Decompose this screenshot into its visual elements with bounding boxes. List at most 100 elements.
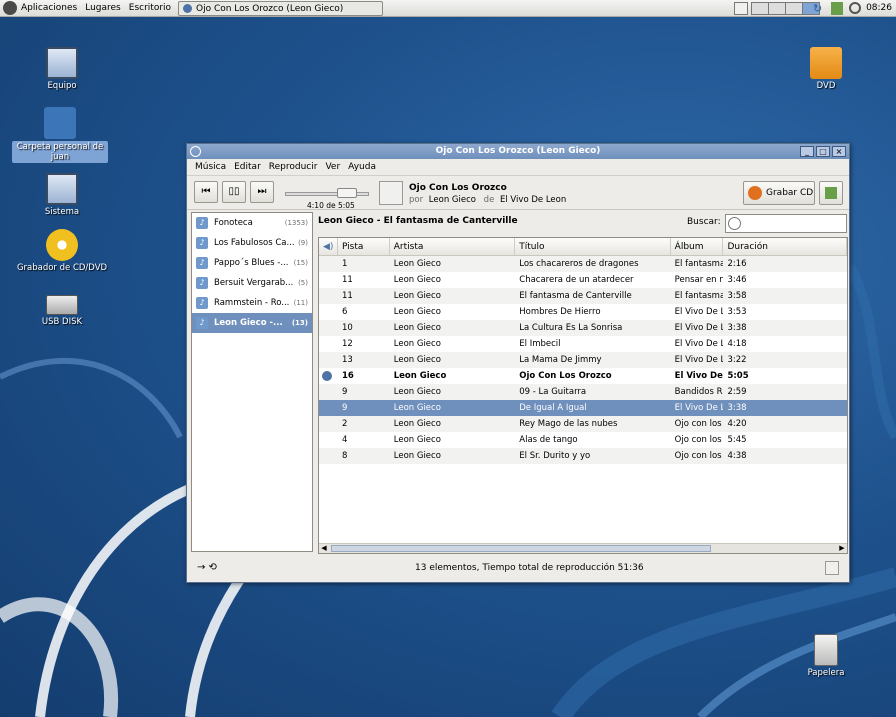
source-playlist[interactable]: ♪ Pappo´s Blues -... (15)	[192, 253, 312, 273]
minimize-button[interactable]: _	[800, 146, 814, 157]
desktop-icon-usb[interactable]: USB DISK	[14, 289, 110, 327]
table-row[interactable]: 10 Leon Gieco La Cultura Es La Sonrisa El V…	[319, 320, 847, 336]
menu-reproducir[interactable]: Reproducir	[265, 162, 322, 172]
cell-pista: 9	[341, 403, 348, 413]
source-fonoteca[interactable]: ♪ Fonoteca (1353)	[192, 213, 312, 233]
workspace-switcher	[751, 2, 820, 15]
desktop-icon-label: DVD	[816, 81, 836, 91]
music-app-icon	[183, 4, 192, 13]
desktop-icon-equipo[interactable]: Equipo	[14, 47, 110, 91]
window-menu-icon[interactable]	[190, 146, 201, 157]
window-titlebar[interactable]: Ojo Con Los Orozco (Leon Gieco) _ □ ×	[187, 144, 849, 159]
cell-artista: Leon Gieco	[393, 339, 441, 349]
update-icon[interactable]: ↻	[813, 2, 825, 15]
table-row[interactable]: 8 Leon Gieco El Sr. Durito y yo Ojo con los…	[319, 448, 847, 464]
cell-playing	[319, 352, 338, 368]
cell-album: El Vivo De L	[674, 355, 724, 365]
menu-ver[interactable]: Ver	[321, 162, 344, 172]
source-playlist[interactable]: ♪ Los Fabulosos Ca... (9)	[192, 233, 312, 253]
source-playlist-selected[interactable]: ♪ Leon Gieco -... (13)	[192, 313, 312, 333]
pause-button[interactable]: ▯▯	[222, 181, 246, 203]
cell-pista: 1	[341, 259, 348, 269]
source-playlist[interactable]: ♪ Bersuit Vergarab... (5)	[192, 273, 312, 293]
menu-editar[interactable]: Editar	[230, 162, 265, 172]
cell-album: El Vivo De L	[674, 323, 724, 333]
source-list: ♪ Fonoteca (1353) ♪ Los Fabulosos Ca... …	[191, 212, 313, 552]
library-icon: ♪	[196, 217, 208, 229]
workspace-1[interactable]	[751, 2, 769, 15]
menu-escritorio[interactable]: Escritorio	[125, 0, 175, 17]
network-icon[interactable]	[831, 2, 843, 15]
search-icon[interactable]	[849, 2, 861, 14]
cell-duracion: 4:38	[727, 451, 747, 461]
cell-album: El Vivo De L	[674, 403, 724, 413]
cell-duracion: 3:38	[727, 323, 747, 333]
cell-playing	[319, 320, 338, 336]
table-row[interactable]: 13 Leon Gieco La Mama De Jimmy El Vivo De L…	[319, 352, 847, 368]
table-row[interactable]: 4 Leon Gieco Alas de tango Ojo con los 5:45	[319, 432, 847, 448]
desktop-icon-label: Carpeta personal de juan	[12, 141, 108, 163]
scroll-left-icon[interactable]: ◀	[319, 544, 329, 553]
search-input[interactable]	[725, 214, 847, 233]
cell-duracion: 5:45	[727, 435, 747, 445]
column-header-album[interactable]: Álbum	[671, 238, 724, 255]
now-playing-icon	[322, 371, 332, 381]
window-controls: _ □ ×	[800, 146, 846, 157]
column-header-pista[interactable]: Pista	[338, 238, 390, 255]
previous-button[interactable]: ⏮	[194, 181, 218, 203]
table-row[interactable]: 1 Leon Gieco Los chacareros de dragones El …	[319, 256, 847, 272]
track-rows: 1 Leon Gieco Los chacareros de dragones El …	[319, 256, 847, 464]
workspace-2[interactable]	[768, 2, 786, 15]
preferences-icon[interactable]	[825, 561, 839, 575]
table-row[interactable]: 9 Leon Gieco De Igual A Igual El Vivo De L3…	[319, 400, 847, 416]
maximize-button[interactable]: □	[816, 146, 830, 157]
gnome-foot-icon[interactable]	[3, 1, 17, 15]
desktop-icon-papelera[interactable]: Papelera	[778, 634, 874, 678]
cell-duracion: 5:05	[727, 371, 749, 381]
workspace-3[interactable]	[785, 2, 803, 15]
desktop-icon-sistema[interactable]: Sistema	[14, 173, 110, 217]
menu-lugares[interactable]: Lugares	[81, 0, 125, 17]
close-button[interactable]: ×	[832, 146, 846, 157]
side-pane-button[interactable]	[819, 181, 843, 205]
playlist-title: Leon Gieco - El fantasma de Canterville	[318, 216, 518, 226]
cell-duracion: 3:46	[727, 275, 747, 285]
cell-pista: 4	[341, 435, 348, 445]
table-row[interactable]: 2 Leon Gieco Rey Mago de las nubes Ojo con …	[319, 416, 847, 432]
table-row[interactable]: 9 Leon Gieco 09 - La Guitarra Bandidos R 2:5…	[319, 384, 847, 400]
cell-pista: 13	[341, 355, 353, 365]
table-row[interactable]: 11 Leon Gieco El fantasma de Canterville El…	[319, 288, 847, 304]
menu-musica[interactable]: Música	[191, 162, 230, 172]
desktop-icon-dvd[interactable]: DVD	[778, 47, 874, 91]
menu-ayuda[interactable]: Ayuda	[344, 162, 380, 172]
track-list-header: ◀) Pista Artista Título Álbum Duración	[319, 238, 847, 256]
desktop-icon-grabador[interactable]: Grabador de CD/DVD	[14, 229, 110, 273]
source-label: Leon Gieco -...	[214, 318, 283, 328]
horizontal-scrollbar[interactable]: ◀ ▶	[319, 543, 847, 553]
next-button[interactable]: ⏭	[250, 181, 274, 203]
desktop-icon-carpeta-personal[interactable]: Carpeta personal de juan	[12, 107, 108, 163]
window-title: Ojo Con Los Orozco (Leon Gieco)	[435, 146, 601, 156]
table-row[interactable]: 16 Leon Gieco Ojo Con Los Orozco El Vivo De…	[319, 368, 847, 384]
burn-cd-button[interactable]: Grabar CD	[743, 181, 815, 205]
table-row[interactable]: 6 Leon Gieco Hombres De Hierro El Vivo De L…	[319, 304, 847, 320]
column-header-titulo[interactable]: Título	[515, 238, 671, 255]
table-row[interactable]: 11 Leon Gieco Chacarera de un atardecer Pen…	[319, 272, 847, 288]
seek-slider-thumb[interactable]	[337, 188, 358, 198]
column-header-duracion[interactable]: Duración	[723, 238, 847, 255]
menu-aplicaciones[interactable]: Aplicaciones	[17, 0, 81, 17]
cell-artista: Leon Gieco	[393, 419, 441, 429]
shuffle-repeat-icons[interactable]: → ⟲	[197, 562, 217, 573]
table-row[interactable]: 12 Leon Gieco El Imbecil El Vivo De L 4:18	[319, 336, 847, 352]
playing-column-header[interactable]: ◀)	[319, 238, 338, 255]
taskbar-window-button[interactable]: Ojo Con Los Orozco (Leon Gieco)	[178, 1, 383, 16]
source-playlist[interactable]: ♪ Rammstein - Ro... (11)	[192, 293, 312, 313]
panel-clock[interactable]: 08:26	[866, 0, 892, 17]
scrollbar-thumb[interactable]	[331, 545, 711, 552]
cell-pista: 12	[341, 339, 353, 349]
column-header-artista[interactable]: Artista	[390, 238, 516, 255]
cell-titulo: Rey Mago de las nubes	[519, 419, 618, 429]
scroll-right-icon[interactable]: ▶	[837, 544, 847, 553]
cell-album: Ojo con los	[674, 451, 722, 461]
show-desktop-icon[interactable]	[734, 2, 748, 15]
